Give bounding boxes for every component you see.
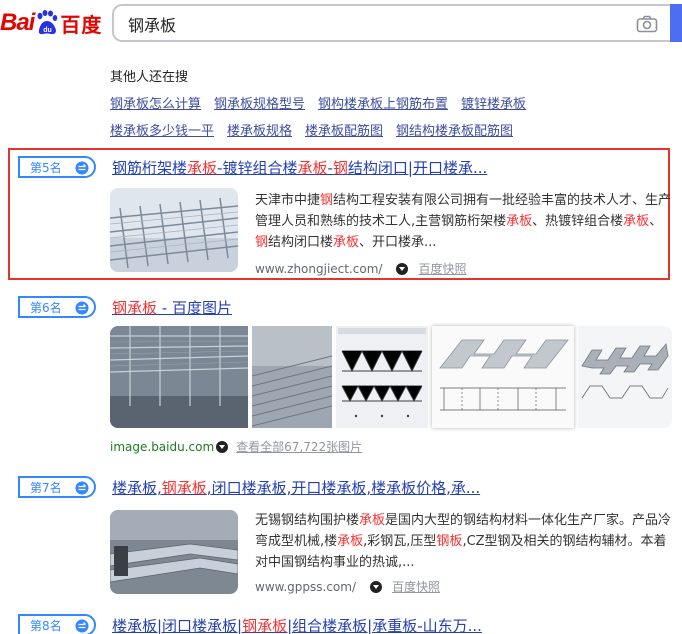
keyword-highlight: 承板 xyxy=(187,159,218,177)
text-segment: 、热镀锌组合楼 xyxy=(532,214,624,229)
related-link[interactable]: 钢承板怎么计算 xyxy=(110,93,201,112)
keyword-highlight: 钢承板 xyxy=(112,299,158,317)
related-row-1: 钢承板怎么计算 钢承板规格型号 钢构楼承板上钢筋布置 镀锌楼承板 xyxy=(110,93,526,112)
keyword-highlight: 承板 xyxy=(359,513,386,528)
rank-arrow-icon xyxy=(74,160,90,175)
related-link[interactable]: 钢承板规格型号 xyxy=(214,93,305,112)
result-title[interactable]: 钢筋桁架楼承板-镀锌组合楼承板-钢结构闭口|开口楼承... xyxy=(112,157,487,178)
result-title[interactable]: 楼承板,钢承板,闭口楼承板,开口楼承板,楼承板价格,承... xyxy=(112,477,480,498)
keyword-highlight: 钢 xyxy=(320,193,334,208)
text-segment: 、 xyxy=(649,214,663,229)
image-source: image.baidu.com 查看全部67,722张图片 xyxy=(110,438,362,455)
text-segment: 结构闭口|开口楼承... xyxy=(347,159,488,177)
related-link[interactable]: 钢结构楼承板配筋图 xyxy=(396,120,513,139)
keyword-highlight: 钢 xyxy=(255,235,269,250)
keyword-highlight: 承板 xyxy=(337,534,364,549)
text-segment: 楼承板, xyxy=(112,479,162,497)
image-tile[interactable] xyxy=(252,326,332,428)
text-segment: |组合楼承板|承重板-山东万... xyxy=(287,617,482,634)
result-thumbnail[interactable] xyxy=(110,510,238,594)
text-segment: -镀锌组合楼 xyxy=(217,159,298,177)
text-segment: - 百度图片 xyxy=(157,299,232,317)
search-input[interactable] xyxy=(128,14,608,33)
related-row-2: 楼承板多少钱一平 楼承板规格 楼承板配筋图 钢结构楼承板配筋图 xyxy=(110,120,526,139)
text-segment: 无锡钢结构围护楼 xyxy=(255,513,360,528)
text-segment: 结构闭口楼 xyxy=(268,235,334,250)
rank-badge: 第6名 xyxy=(18,296,96,318)
header: Bai du 百度 xyxy=(0,0,682,52)
rank-label: 第6名 xyxy=(30,300,62,315)
text-segment: 钢筋桁架楼 xyxy=(112,159,188,177)
keyword-highlight: 承板 xyxy=(297,159,328,177)
snapshot-link[interactable]: 百度快照 xyxy=(392,578,440,595)
rank-arrow-icon xyxy=(74,480,90,495)
image-tile[interactable] xyxy=(578,326,672,428)
rank-badge: 第5名 xyxy=(18,156,96,178)
result-thumbnail[interactable] xyxy=(110,188,238,272)
rank-label: 第8名 xyxy=(30,618,62,633)
rank-badge: 第7名 xyxy=(18,476,96,498)
rank-label: 第5名 xyxy=(30,160,62,175)
view-all-images-link[interactable]: 查看全部67,722张图片 xyxy=(236,438,362,455)
keyword-highlight: 钢承板 xyxy=(161,479,207,497)
logo-chinese-text: 百度 xyxy=(60,12,103,37)
text-segment: ,彩钢瓦,压型 xyxy=(363,534,437,549)
text-segment: ,闭口楼承板,开口楼承板,楼承板价格,承... xyxy=(206,479,481,497)
search-box[interactable] xyxy=(112,4,682,42)
snapshot-link[interactable]: 百度快照 xyxy=(418,260,466,277)
result-title[interactable]: 钢承板 - 百度图片 xyxy=(112,297,232,318)
image-tile[interactable] xyxy=(336,326,428,428)
text-segment: 天津市中捷 xyxy=(255,193,321,208)
source-url[interactable]: image.baidu.com xyxy=(110,440,214,454)
paw-icon: du xyxy=(35,10,59,36)
rank-badge: 第8名 xyxy=(18,614,96,634)
source-url[interactable]: www.zhongjiect.com/ xyxy=(255,262,382,276)
dropdown-arrow-icon[interactable] xyxy=(396,262,409,275)
related-link[interactable]: 钢构楼承板上钢筋布置 xyxy=(318,93,448,112)
image-tile[interactable] xyxy=(432,326,574,428)
dropdown-arrow-icon[interactable] xyxy=(370,580,382,593)
keyword-highlight: 钢板 xyxy=(436,534,463,549)
related-searches: 其他人还在搜 钢承板怎么计算 钢承板规格型号 钢构楼承板上钢筋布置 镀锌楼承板 … xyxy=(110,66,526,147)
image-strip xyxy=(110,326,672,428)
baidu-logo[interactable]: Bai du 百度 xyxy=(0,8,102,38)
result-title[interactable]: 楼承板|闭口楼承板|钢承板|组合楼承板|承重板-山东万... xyxy=(112,615,482,634)
result-abstract: 无锡钢结构围护楼承板是国内大型的钢结构材料一体化生产厂家。产品冷弯成型机械,楼承… xyxy=(255,510,673,573)
related-link[interactable]: 楼承板规格 xyxy=(227,120,292,139)
related-link[interactable]: 镀锌楼承板 xyxy=(461,93,526,112)
keyword-highlight: 承板 xyxy=(623,214,650,229)
keyword-highlight: 承板 xyxy=(506,214,533,229)
related-link[interactable]: 楼承板多少钱一平 xyxy=(110,120,214,139)
keyword-highlight: 钢 xyxy=(332,159,348,177)
text-segment: 楼承板|闭口楼承板| xyxy=(112,617,243,634)
search-button[interactable] xyxy=(670,4,682,42)
result-source: www.zhongjiect.com/ 百度快照 xyxy=(255,260,466,277)
camera-icon[interactable] xyxy=(636,15,658,33)
image-tile[interactable] xyxy=(110,326,248,428)
text-segment: 、开口楼承... xyxy=(359,235,437,250)
result-source: www.gppss.com/ 百度快照 xyxy=(255,578,440,595)
rank-label: 第7名 xyxy=(30,480,62,495)
keyword-highlight: 承板 xyxy=(333,235,360,250)
logo-bai-text: Bai xyxy=(0,9,35,36)
source-url[interactable]: www.gppss.com/ xyxy=(255,580,356,594)
keyword-highlight: 钢承板 xyxy=(242,617,288,634)
rank-arrow-icon xyxy=(74,618,90,633)
result-abstract: 天津市中捷钢结构工程安装有限公司拥有一批经验丰富的技术人才、生产管理人员和熟练的… xyxy=(255,190,673,253)
rank-arrow-icon xyxy=(74,300,90,315)
related-link[interactable]: 楼承板配筋图 xyxy=(305,120,383,139)
dropdown-arrow-icon[interactable] xyxy=(216,440,229,453)
related-searches-title: 其他人还在搜 xyxy=(110,70,189,85)
logo-du-text: du xyxy=(44,27,53,34)
